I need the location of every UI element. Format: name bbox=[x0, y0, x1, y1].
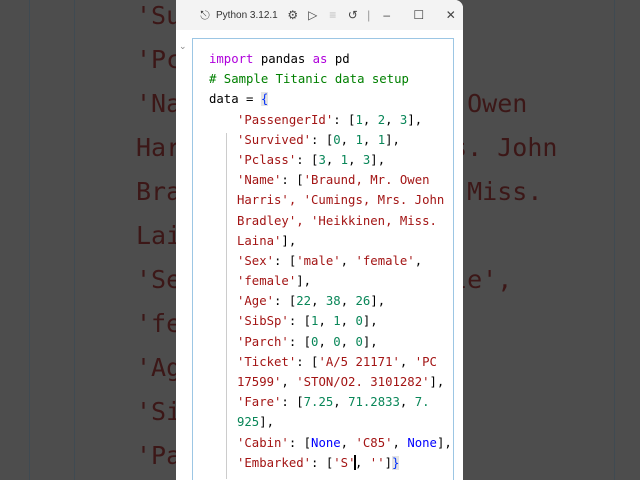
tok: , bbox=[399, 395, 415, 410]
num: 0 bbox=[355, 334, 363, 349]
tok: , bbox=[392, 435, 408, 450]
dict-entry: 'PassengerId': [1, 2, 3], bbox=[237, 112, 423, 127]
key: 'Cabin' bbox=[237, 435, 289, 450]
separator: | bbox=[367, 8, 371, 22]
kw: import bbox=[209, 52, 254, 66]
num: 1 bbox=[377, 132, 386, 147]
num: 38 bbox=[325, 294, 341, 309]
tok: : [ bbox=[311, 455, 334, 470]
dict-entry: 'Age': [22, 38, 26], bbox=[237, 294, 386, 309]
dict-entry: 'Survived': [0, 1, 1], bbox=[237, 132, 400, 147]
tok: : [ bbox=[296, 354, 319, 369]
str: Bradley', 'Heikkinen, Miss. bbox=[237, 213, 437, 228]
key: 'Parch' bbox=[237, 334, 289, 349]
none: None bbox=[311, 435, 341, 450]
tok: , bbox=[340, 253, 356, 268]
num: 22 bbox=[296, 294, 312, 309]
num: 1 bbox=[333, 314, 341, 329]
num: 2 bbox=[377, 112, 386, 127]
num: 7. bbox=[414, 395, 430, 410]
background-divider bbox=[74, 0, 75, 480]
num: 1 bbox=[340, 152, 349, 167]
key: 'Survived' bbox=[237, 132, 312, 147]
num: 925 bbox=[237, 415, 260, 430]
brace: } bbox=[392, 455, 400, 470]
tok: , bbox=[333, 395, 349, 410]
collapse-chevron-icon[interactable]: ⌄ bbox=[179, 42, 187, 52]
num: 26 bbox=[355, 294, 371, 309]
key: 'Fare' bbox=[237, 395, 282, 410]
code-cell[interactable]: import pandas as pd # Sample Titanic data… bbox=[192, 38, 454, 480]
tok: , bbox=[354, 455, 370, 470]
str: '' bbox=[369, 455, 385, 470]
str: 'C85' bbox=[355, 435, 393, 450]
tok: , bbox=[414, 253, 423, 268]
key: 'PassengerId' bbox=[237, 112, 334, 127]
num: 71.2833 bbox=[348, 395, 400, 410]
str: Laina' bbox=[237, 233, 282, 248]
minimize-icon[interactable]: – bbox=[378, 8, 396, 22]
key: 'Sex' bbox=[237, 253, 275, 268]
dict-entry: 'Pclass': [3, 1, 3], bbox=[237, 152, 386, 167]
key: 'Pclass' bbox=[237, 152, 297, 167]
dict-entry: 'SibSp': [1, 1, 0], bbox=[237, 314, 378, 329]
key: 'Name' bbox=[237, 173, 282, 188]
maximize-icon[interactable]: ☐ bbox=[410, 8, 428, 22]
tok: ], bbox=[436, 435, 452, 450]
comment: # Sample Titanic data setup bbox=[209, 72, 409, 87]
background-divider bbox=[614, 0, 615, 480]
clear-output-icon[interactable]: ≡ bbox=[326, 8, 340, 22]
tok: : [ bbox=[281, 395, 304, 410]
tok: ], bbox=[296, 274, 312, 289]
dict-entry: 'Parch': [0, 0, 0], bbox=[237, 334, 378, 349]
str: 'female' bbox=[355, 253, 415, 268]
num: 0 bbox=[333, 334, 341, 349]
tok: , bbox=[399, 354, 415, 369]
str: 'male' bbox=[296, 253, 341, 268]
key: 'Embarked' bbox=[237, 455, 312, 470]
tok: ], bbox=[259, 415, 275, 430]
tok: : [ bbox=[281, 173, 304, 188]
tok: , bbox=[281, 375, 297, 389]
key: 'SibSp' bbox=[237, 314, 289, 329]
kw: as bbox=[312, 52, 328, 66]
tok: pandas bbox=[253, 52, 313, 66]
background-divider bbox=[29, 0, 30, 480]
str: 'STON/O2. 3101282' bbox=[296, 375, 430, 389]
code-editor[interactable]: import pandas as pd # Sample Titanic data… bbox=[209, 49, 452, 473]
close-icon[interactable]: ✕ bbox=[442, 8, 460, 22]
run-icon[interactable]: ▷ bbox=[306, 8, 320, 22]
kernel-icon[interactable]: ⎋ bbox=[198, 8, 212, 23]
key: 'Ticket' bbox=[237, 354, 297, 369]
str: 'PC bbox=[414, 354, 437, 369]
notebook-window: ⎋ Python 3.12.1 ⚙ ▷ ≡ ↺ | – ☐ ✕ ⌄ import… bbox=[176, 0, 463, 480]
restart-icon[interactable]: ↺ bbox=[346, 8, 360, 22]
str: 'Braund, Mr. Owen bbox=[303, 173, 430, 188]
kernel-label[interactable]: Python 3.12.1 bbox=[216, 10, 278, 21]
tok: , bbox=[340, 435, 356, 450]
none: None bbox=[407, 435, 437, 450]
tok: : [ bbox=[274, 253, 297, 268]
tok: data = bbox=[209, 92, 261, 107]
num: 1 bbox=[355, 132, 363, 147]
str: 17599' bbox=[237, 375, 282, 389]
num: 3 bbox=[318, 152, 326, 167]
num: 0 bbox=[333, 132, 341, 147]
gear-icon[interactable]: ⚙ bbox=[286, 8, 300, 22]
tok: ], bbox=[281, 233, 297, 248]
title-bar: ⎋ Python 3.12.1 ⚙ ▷ ≡ ↺ | – ☐ ✕ bbox=[176, 0, 463, 30]
key: 'Age' bbox=[237, 294, 275, 309]
tok: ] bbox=[384, 455, 393, 470]
str: Harris', 'Cumings, Mrs. John bbox=[237, 193, 445, 208]
num: 7.25 bbox=[303, 395, 334, 410]
tok: pd bbox=[327, 52, 350, 66]
str: 'female' bbox=[237, 274, 297, 289]
str: 'S' bbox=[333, 455, 356, 470]
num: 0 bbox=[355, 314, 363, 329]
brace: { bbox=[260, 92, 269, 107]
tok: ], bbox=[429, 375, 445, 389]
num: 1 bbox=[355, 112, 363, 127]
tok: : [ bbox=[288, 435, 312, 450]
str: 'A/5 21171' bbox=[318, 354, 400, 369]
